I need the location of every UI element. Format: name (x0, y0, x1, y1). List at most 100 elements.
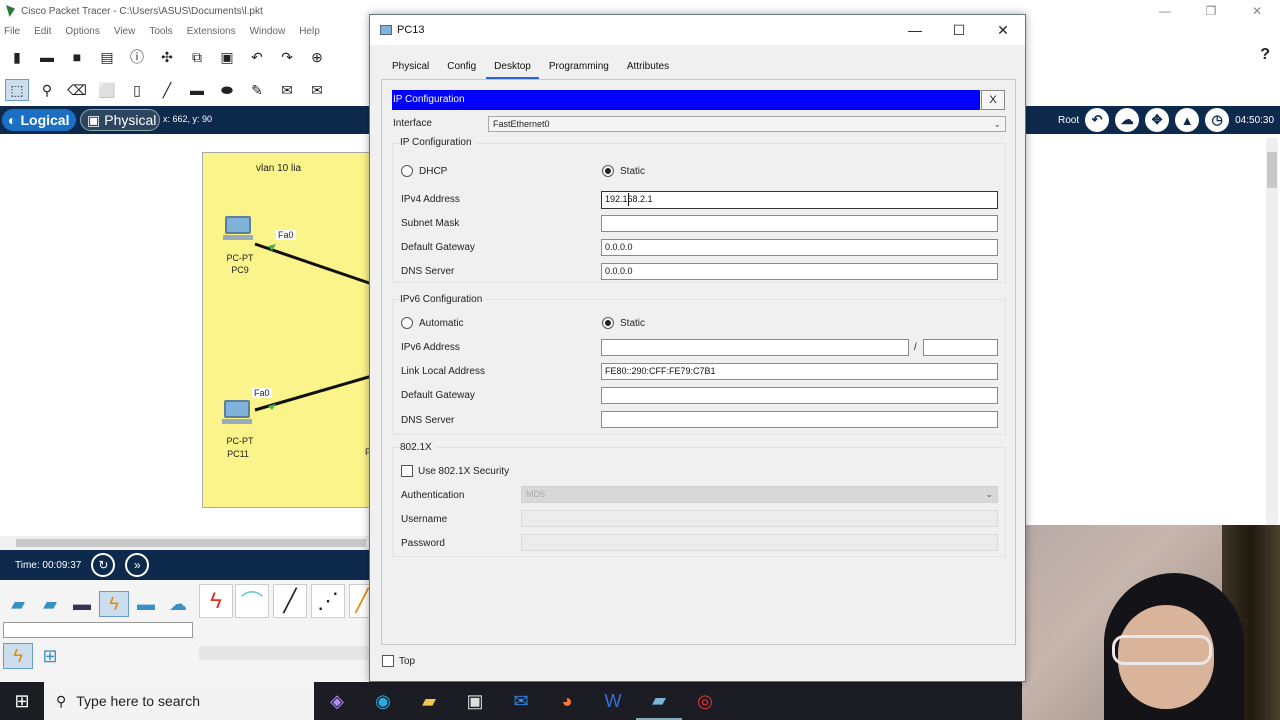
firefox-icon[interactable]: ◕ (544, 682, 590, 720)
automatic-ipv6-label: Automatic (419, 318, 464, 329)
default-gateway-input[interactable]: 0.0.0.0 (601, 239, 998, 256)
copilot-icon[interactable]: ◈ (314, 682, 360, 720)
connection-types: ϟ ⌒ ╱ ⋰ ╱ (197, 582, 377, 626)
pc-window-icon (380, 25, 392, 35)
connection-panel-scrollbar[interactable] (199, 646, 375, 660)
ipv6-dns-server-input[interactable] (601, 411, 998, 428)
dialog-minimize-button[interactable]: — (893, 15, 937, 45)
pc9-port-label: Fa0 (276, 230, 296, 240)
ipv6-group-title: IPv6 Configuration (400, 294, 487, 305)
use-dot1x-label: Use 802.1X Security (418, 466, 510, 477)
authentication-label: Authentication (401, 490, 465, 501)
straight-through-cable-icon[interactable]: ╱ (273, 584, 307, 618)
subnet-mask-input[interactable] (601, 215, 998, 232)
dot1x-group-title: 802.1X (400, 442, 436, 453)
multiuser-icon[interactable]: ☁ (164, 592, 192, 616)
auto-connection-icon[interactable]: ϟ (3, 643, 33, 669)
default-gateway-label: Default Gateway (401, 242, 475, 253)
windows-start-icon[interactable]: ⊞ (0, 682, 44, 720)
desktop-tab-content: IP Configuration X Interface FastEtherne… (381, 79, 1016, 645)
console-cable-icon[interactable]: ⌒ (235, 584, 269, 618)
misc-devices-icon[interactable]: ▬ (132, 592, 160, 616)
pc9-device-icon[interactable] (223, 216, 253, 242)
hscroll-thumb[interactable] (16, 539, 366, 547)
use-dot1x-checkbox[interactable] (401, 465, 413, 477)
fast-forward-icon[interactable]: » (125, 553, 150, 577)
simulation-time: Time: 00:09:37 (15, 559, 82, 571)
mail-icon[interactable]: ✉ (498, 682, 544, 720)
taskbar-search[interactable]: ⚲ Type here to search (44, 682, 314, 720)
tab-physical[interactable]: Physical (384, 59, 437, 79)
tab-attributes[interactable]: Attributes (619, 59, 677, 79)
dns-server-input[interactable]: 0.0.0.0 (601, 263, 998, 280)
chevron-down-icon: ⌄ (985, 489, 993, 499)
username-label: Username (401, 514, 448, 525)
pc11-device-icon[interactable] (222, 400, 252, 426)
password-label: Password (401, 538, 445, 549)
username-input[interactable] (521, 510, 998, 527)
dialog-title: PC13 (397, 24, 425, 36)
dhcp-label: DHCP (419, 166, 448, 177)
crossover-cable-icon[interactable]: ⋰ (311, 584, 345, 618)
authentication-select[interactable]: MD5 ⌄ (521, 486, 998, 503)
dns-server-label: DNS Server (401, 266, 455, 277)
word-icon[interactable]: W (590, 682, 636, 720)
ipv4-address-input[interactable]: 192.168.2.1 (601, 191, 998, 209)
top-label: Top (399, 656, 416, 667)
tab-desktop[interactable]: Desktop (486, 59, 539, 79)
link-local-address-field[interactable]: FE80::290:CFF:FE79:C7B1 (601, 363, 998, 380)
top-checkbox[interactable] (382, 655, 394, 667)
workspace-horizontal-scrollbar[interactable] (0, 536, 375, 550)
dialog-window-controls: — ☐ ✕ (893, 15, 1025, 45)
grid-icon[interactable]: ⊞ (36, 644, 64, 668)
tab-programming[interactable]: Programming (541, 59, 617, 79)
edge-browser-icon[interactable]: ◉ (360, 682, 406, 720)
tab-config[interactable]: Config (439, 59, 484, 79)
interface-label: Interface (393, 118, 432, 129)
authentication-select-value: MD5 (526, 489, 546, 499)
connections-icon[interactable]: ϟ (99, 591, 129, 617)
ip-config-close-button[interactable]: X (981, 90, 1005, 110)
taskbar-search-placeholder: Type here to search (76, 693, 201, 709)
webcam-person-glasses (1112, 635, 1212, 665)
workspace-vertical-scrollbar[interactable] (1266, 138, 1278, 538)
ipv6-address-input[interactable] (601, 339, 909, 356)
components-icon[interactable]: ▬ (68, 592, 96, 616)
interface-select[interactable]: FastEthernet0 ⌄ (488, 116, 1006, 132)
store-icon[interactable]: ▣ (452, 682, 498, 720)
network-devices-icon[interactable]: ▰ (4, 592, 32, 616)
pc11-type-label: PC-PT (226, 436, 254, 446)
subnet-mask-label: Subnet Mask (401, 218, 460, 229)
webcam-overlay (1022, 525, 1280, 720)
ipv6-default-gateway-label: Default Gateway (401, 390, 475, 401)
vscroll-thumb[interactable] (1267, 152, 1277, 188)
power-cycle-icon[interactable]: ↻ (91, 553, 116, 577)
chevron-down-icon: ⌄ (993, 119, 1001, 129)
device-search-input[interactable] (3, 622, 193, 638)
text-cursor (628, 193, 629, 206)
pc11-name-label: PC11 (227, 449, 249, 459)
pc9-name-label: PC9 (231, 265, 249, 275)
password-input[interactable] (521, 534, 998, 551)
link-local-address-label: Link Local Address (401, 366, 485, 377)
ipv6-prefix-input[interactable] (923, 339, 998, 356)
static-ipv4-label: Static (620, 166, 646, 177)
static-ipv6-radio[interactable] (602, 317, 614, 329)
file-explorer-icon[interactable]: ▰ (406, 682, 452, 720)
packet-tracer-taskbar-icon[interactable]: ▰ (636, 682, 682, 720)
ipv6-prefix-slash: / (914, 342, 917, 353)
dialog-maximize-button[interactable]: ☐ (937, 15, 981, 45)
static-ipv4-radio[interactable] (602, 165, 614, 177)
ipv6-address-label: IPv6 Address (401, 342, 460, 353)
dhcp-radio[interactable] (401, 165, 413, 177)
end-devices-icon[interactable]: ▰ (36, 592, 64, 616)
automatic-ipv6-radio[interactable] (401, 317, 413, 329)
interface-select-value: FastEthernet0 (493, 119, 550, 129)
ipv6-default-gateway-input[interactable] (601, 387, 998, 404)
ipv6-dns-server-label: DNS Server (401, 415, 455, 426)
recorder-icon[interactable]: ◎ (682, 682, 728, 720)
time-bar: Time: 00:09:37 ↻ » (0, 550, 375, 580)
dialog-close-button[interactable]: ✕ (981, 15, 1025, 45)
auto-cable-icon[interactable]: ϟ (199, 584, 233, 618)
ipv4-address-label: IPv4 Address (401, 194, 460, 205)
